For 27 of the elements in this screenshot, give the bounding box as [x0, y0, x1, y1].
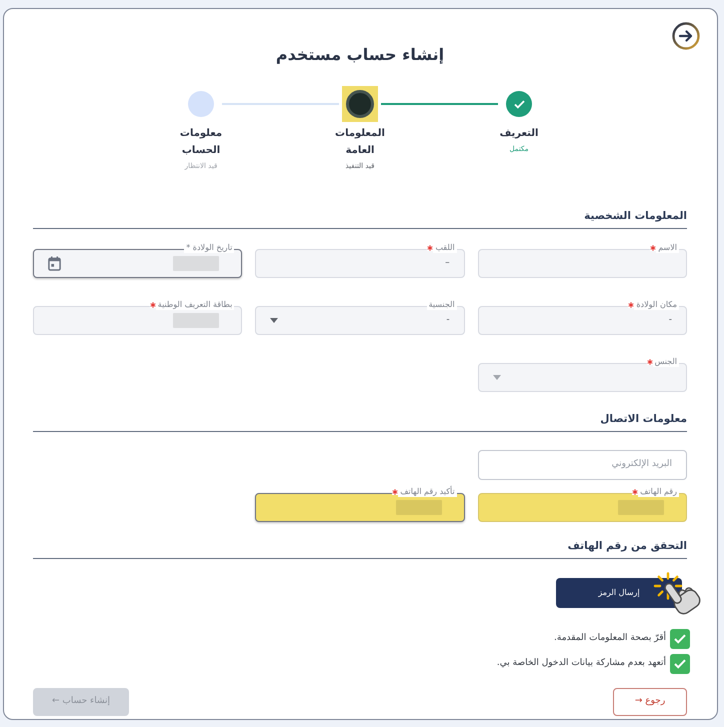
section-heading: معلومات الاتصال	[600, 413, 687, 425]
step-label: المعلومات العامة	[334, 127, 386, 158]
step-label: التعريف	[498, 127, 540, 141]
agreement-text: أتعهد بعدم مشاركة بيانات الدخول الخاصة بي.	[496, 657, 666, 670]
arrow-circle-icon[interactable]	[672, 22, 700, 50]
checkbox[interactable]	[670, 654, 690, 674]
section-heading: التحقق من رقم الهاتف	[568, 540, 687, 552]
check-icon	[674, 634, 686, 644]
calendar-icon[interactable]	[48, 256, 62, 271]
page-title: إنشاء حساب مستخدم	[276, 44, 444, 66]
field-label: الاسم	[656, 243, 679, 253]
section-heading: المعلومات الشخصية	[584, 210, 687, 222]
field-label: تأكيد رقم الهاتف	[398, 487, 457, 497]
field-label: اللقب	[433, 243, 457, 253]
field-label: بطاقة التعريف الوطنية	[156, 300, 234, 310]
field-label: مكان الولادة	[634, 300, 679, 310]
field-label: الجنسية	[426, 300, 457, 310]
step-label: معلومات الحساب	[178, 127, 224, 158]
checkbox[interactable]	[670, 629, 690, 649]
check-icon	[674, 659, 686, 669]
field-label: الجنس	[652, 357, 679, 367]
field-label: تاريخ الولادة *	[184, 243, 234, 253]
caret-down-icon[interactable]	[270, 318, 278, 323]
agreement-text: أقرّ بصحة المعلومات المقدمة.	[554, 632, 666, 646]
send-code-button[interactable]: إرسال الرمز	[556, 578, 682, 608]
back-button[interactable]: رجوع →	[613, 688, 687, 716]
field-label: رقم الهاتف	[638, 487, 679, 497]
